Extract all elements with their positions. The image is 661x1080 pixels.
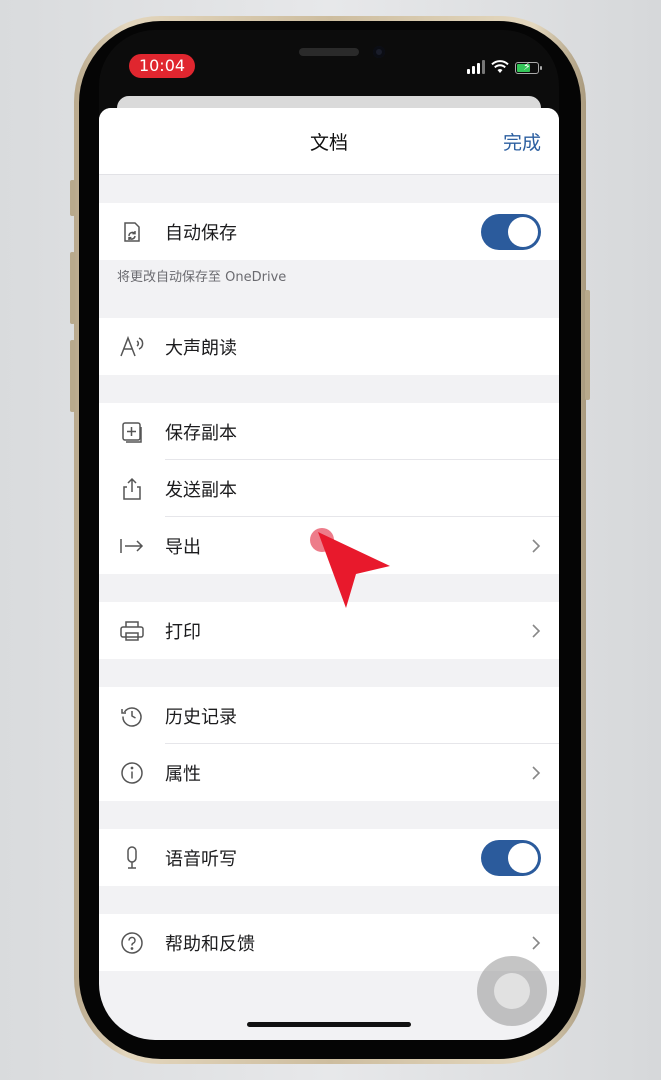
send-copy-label: 发送副本 xyxy=(165,479,237,501)
earpiece xyxy=(299,48,359,56)
history-icon xyxy=(119,703,145,729)
dictation-row: 语音听写 xyxy=(99,829,559,886)
silent-switch xyxy=(70,180,75,216)
properties-row[interactable]: 属性 xyxy=(99,744,559,801)
help-label: 帮助和反馈 xyxy=(165,933,255,955)
read-aloud-icon xyxy=(119,334,145,360)
volume-down-button xyxy=(70,340,75,412)
share-icon xyxy=(119,476,145,502)
microphone-icon xyxy=(119,845,145,871)
wifi-icon xyxy=(491,60,509,73)
save-copy-row[interactable]: 保存副本 xyxy=(99,403,559,460)
chevron-right-icon xyxy=(532,935,541,950)
chevron-right-icon xyxy=(532,765,541,780)
send-copy-row[interactable]: 发送副本 xyxy=(99,460,559,517)
autosave-toggle[interactable] xyxy=(481,213,541,250)
print-row[interactable]: 打印 xyxy=(99,602,559,659)
export-icon xyxy=(119,533,145,559)
print-label: 打印 xyxy=(165,621,201,643)
battery-charging-icon: ⚡ xyxy=(515,60,542,74)
history-section: 历史记录 属性 xyxy=(99,687,559,801)
dictation-section: 语音听写 xyxy=(99,829,559,886)
volume-up-button xyxy=(70,252,75,324)
properties-label: 属性 xyxy=(165,763,201,785)
status-icons: ⚡ xyxy=(467,58,542,74)
chevron-right-icon xyxy=(532,623,541,638)
help-icon xyxy=(119,930,145,956)
history-label: 历史记录 xyxy=(165,706,237,728)
printer-icon xyxy=(119,618,145,644)
read-aloud-section: 大声朗读 xyxy=(99,318,559,375)
autosave-section: 自动保存 xyxy=(99,203,559,260)
signal-icon xyxy=(467,60,485,74)
save-copy-label: 保存副本 xyxy=(165,422,237,444)
autosave-row: 自动保存 xyxy=(99,203,559,260)
status-time: 10:04 xyxy=(129,54,195,78)
dictation-label: 语音听写 xyxy=(165,848,237,870)
history-row[interactable]: 历史记录 xyxy=(99,687,559,744)
read-aloud-row[interactable]: 大声朗读 xyxy=(99,318,559,375)
power-button xyxy=(585,290,590,400)
dictation-toggle[interactable] xyxy=(481,839,541,876)
sheet-title: 文档 xyxy=(309,132,348,154)
front-camera xyxy=(373,46,385,58)
read-aloud-label: 大声朗读 xyxy=(165,337,237,359)
autosave-note: 将更改自动保存至 OneDrive xyxy=(117,270,287,285)
autosave-label: 自动保存 xyxy=(165,222,237,244)
sheet-header: 文档 完成 xyxy=(99,108,559,175)
print-section: 打印 xyxy=(99,602,559,659)
home-indicator[interactable] xyxy=(247,1022,411,1027)
assistive-touch-button[interactable] xyxy=(477,956,547,1026)
chevron-right-icon xyxy=(532,538,541,553)
info-icon xyxy=(119,760,145,786)
save-copy-icon xyxy=(119,419,145,445)
pointer-cursor-icon xyxy=(318,532,390,608)
autosave-icon xyxy=(119,219,145,245)
done-button[interactable]: 完成 xyxy=(503,128,541,155)
